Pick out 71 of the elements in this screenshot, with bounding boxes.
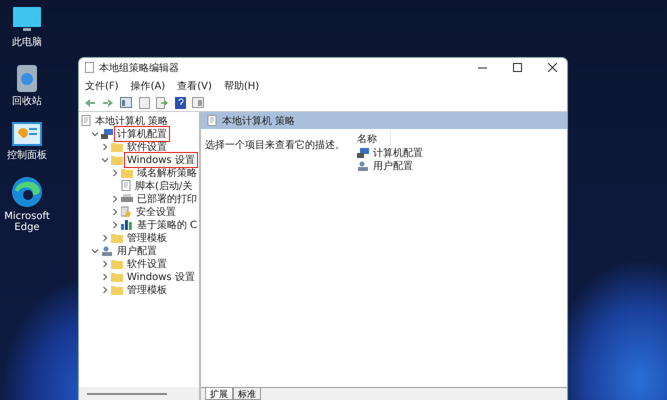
expander-icon[interactable] [101,142,109,150]
folder-icon [111,258,123,268]
view-tab[interactable]: 标准 [233,388,261,400]
tree-item[interactable]: 计算机配置 [115,126,169,140]
export-button[interactable] [155,96,169,110]
desktop-icon-label[interactable]: 回收站 [12,96,42,107]
document-icon [121,180,131,191]
tree-toggle-button[interactable] [119,96,133,110]
maximize-icon [512,63,522,72]
column-header[interactable]: 名称 [351,131,391,146]
tree-item[interactable]: 软件设置 [125,256,169,270]
folder-icon [111,232,123,242]
menu-item[interactable]: 操作(A) [130,78,166,92]
document-icon [81,115,91,126]
expander-icon[interactable] [111,168,119,176]
expander-icon[interactable] [111,208,119,216]
window-title: 本地组策略编辑器 [99,62,180,74]
description-text: 选择一个项目来查看它的描述。 [205,140,345,151]
tree-item[interactable]: 基于策略的 C [134,218,199,232]
scrollbar-thumb[interactable] [87,392,167,394]
expander-icon[interactable] [91,130,99,138]
monitor-icon[interactable] [12,6,42,34]
list-item[interactable]: 计算机配置 [371,146,425,160]
properties-button[interactable] [137,96,151,110]
computer-icon [357,148,369,158]
tree-item[interactable]: 本地计算机 策略 [93,114,170,128]
view-tab[interactable]: 扩展 [205,388,233,400]
users-icon [357,160,369,170]
pane-header-title: 本地计算机 策略 [222,114,296,128]
list-item[interactable]: 用户配置 [371,158,415,172]
security-icon [121,206,132,217]
menu-item[interactable]: 帮助(H) [224,78,260,92]
tree-item[interactable]: Windows 设置 [125,270,197,284]
folder-icon [111,284,123,294]
tree-item[interactable]: 域名解析策略 [135,166,199,180]
menu-item[interactable]: 文件(F) [85,78,119,92]
tree-item[interactable]: 脚本(启动/关 [133,178,194,192]
tree-item[interactable]: 用户配置 [115,244,159,258]
control-panel-icon[interactable] [11,121,43,147]
bar-chart-icon [121,219,133,230]
expander-icon[interactable] [101,234,109,242]
users-icon [101,246,113,256]
desktop-icon-label[interactable]: Microsoft Edge [1,210,53,234]
menu-item[interactable]: 查看(V) [177,78,212,92]
tree-item[interactable]: 管理模板 [125,282,169,296]
help-button[interactable] [173,96,187,110]
computer-icon [101,128,113,138]
tree-item[interactable]: 管理模板 [125,230,169,244]
desktop-icon-label[interactable]: 此电脑 [12,37,42,48]
browser-logo-icon[interactable] [11,176,43,208]
tree-item[interactable]: 已部署的打印 [135,192,199,206]
tree-item[interactable]: 软件设置 [125,140,169,154]
expander-icon[interactable] [91,246,99,254]
document-icon [207,115,217,126]
expander-icon[interactable] [101,156,109,164]
document-icon [85,62,94,73]
folder-icon [111,142,123,152]
expander-icon[interactable] [111,220,119,228]
expander-icon[interactable] [101,272,109,280]
expander-icon[interactable] [111,194,119,202]
folder-icon [111,154,123,164]
folder-icon [121,168,133,178]
expander-icon[interactable] [101,286,109,294]
recycle-bin-icon[interactable] [15,62,39,92]
close-icon [548,63,556,72]
tree-item[interactable]: 安全设置 [134,204,178,218]
desktop-icon-label[interactable]: 控制面板 [7,150,47,162]
printer-icon [121,194,133,204]
tree-item[interactable]: Windows 设置 [125,152,197,166]
expander-icon[interactable] [101,260,109,268]
folder-icon [111,272,123,282]
